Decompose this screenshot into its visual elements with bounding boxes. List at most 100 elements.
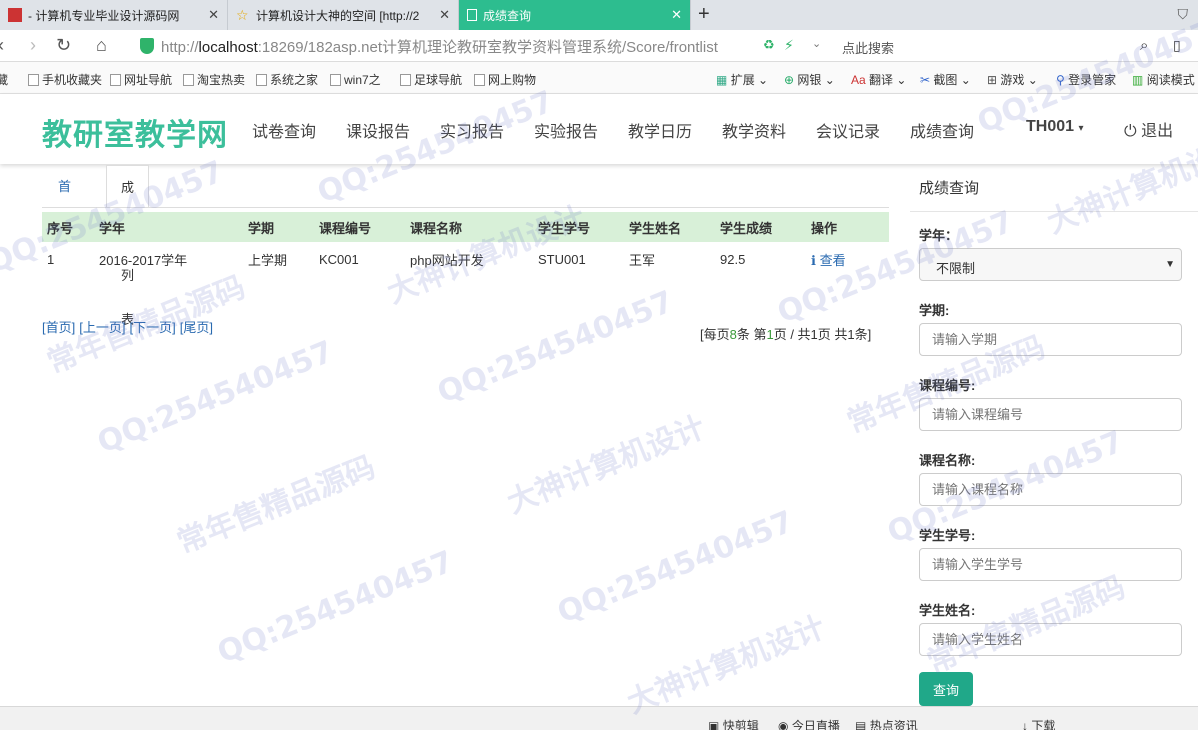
browser-tab-1[interactable]: - 计算机专业毕业设计源码网 ✕ [0,0,228,30]
pager-prev[interactable]: [上一页] [79,320,125,335]
tab-home[interactable]: 首页 [44,165,85,238]
cell-year: 2016-2017学年 [99,252,188,268]
page-icon [474,74,485,86]
nav-item[interactable]: 实习报告 [440,118,504,142]
student-name-input[interactable] [919,623,1182,656]
refresh-icon[interactable]: ↻ [56,35,71,56]
nav-item[interactable]: 实验报告 [534,118,598,142]
forward-icon[interactable]: › [30,35,36,56]
page-info-text: 页 / 共1页 共1条] [773,327,872,342]
back-icon[interactable]: ‹ [0,35,4,56]
query-button[interactable]: 查询 [919,672,973,706]
logout-button[interactable]: ⏻ 退出 [1124,117,1173,141]
bookmark-label: 网上购物 [488,73,537,87]
home-icon[interactable]: ⌂ [96,35,107,56]
user-menu[interactable]: TH001 ▾ [1026,118,1084,136]
year-select[interactable]: 不限制 ▼ [919,248,1182,281]
per-page-count: 8 [729,327,737,342]
table-row: 1 2016-2017学年 上学期 KC001 php网站开发 STU001 王… [42,242,889,276]
close-icon[interactable]: ✕ [208,7,219,23]
tab-score-list[interactable]: 成绩列表 [106,165,150,327]
bookmark-prefix[interactable]: 藏 [0,71,8,88]
status-item[interactable]: ▣ 快剪辑 [708,717,759,730]
page-info-text: [每页 [700,327,730,342]
pager-last[interactable]: [尾页] [180,320,213,335]
column-header: 课程名称 [405,212,533,242]
caret-down-icon: ▼ [1165,259,1175,270]
toolbar-label: 截图 [933,73,958,87]
pager-first[interactable]: [首页] [42,320,75,335]
toolbar-reader-mode[interactable]: ▥ 阅读模式 [1132,71,1195,88]
nav-item[interactable]: 教学日历 [628,118,692,142]
bookmark-item[interactable]: 手机收藏夹 [28,71,102,88]
course-name-input[interactable] [919,473,1182,506]
bookmark-item[interactable]: 淘宝热卖 [183,71,245,88]
page-icon [110,74,121,86]
close-icon[interactable]: ✕ [671,7,682,23]
bookmark-item[interactable]: win7之 [330,71,381,88]
browser-tab-title: - 计算机专业毕业设计源码网 [28,8,180,23]
caret-down-icon: ▾ [1078,123,1084,134]
course-no-label: 课程编号: [919,378,976,393]
status-item[interactable]: ↓ 下载 [1022,717,1055,730]
pager: [首页] [上一页] [下一页] [尾页] [42,317,217,336]
recycle-icon[interactable]: ♻ [763,37,775,53]
url-field[interactable]: http://localhost:18269/182asp.net计算机理论教研… [161,36,718,57]
key-icon: ⚲ [1056,73,1065,87]
status-item[interactable]: ▤ 热点资讯 [855,717,918,730]
column-header: 序号 [42,212,94,242]
page-info-text: 条 第 [736,327,767,342]
lightning-icon[interactable]: ⚡ [784,37,794,54]
browser-tab-2[interactable]: ☆ 计算机设计大神的空间 [http://2 ✕ [228,0,459,30]
nav-item[interactable]: 课设报告 [346,118,410,142]
toolbar-screenshot[interactable]: ✂ 截图 ⌄ [920,71,971,88]
term-input[interactable] [919,323,1182,356]
bookmark-label: 足球导航 [414,73,463,87]
student-no-input[interactable] [919,548,1182,581]
nav-item[interactable]: 教学资料 [722,118,786,142]
current-page: 1 [766,327,774,342]
view-link[interactable]: ℹ 查看 [806,242,889,276]
mobile-icon[interactable]: ▯ [1173,37,1181,54]
pager-next[interactable]: [下一页] [129,320,175,335]
bookmark-item[interactable]: 足球导航 [400,71,462,88]
view-label: 查看 [819,252,846,268]
cell-student-name: 王军 [629,252,656,268]
page-info: [每页8条 第1页 / 共1页 共1条] [700,324,871,343]
page-icon [400,74,411,86]
toolbar-game[interactable]: ⊞ 游戏 ⌄ [987,71,1038,88]
cell-course-name: php网站开发 [410,252,484,268]
chevron-down-icon[interactable]: ⌄ [812,37,821,50]
bookmark-item[interactable]: 网上购物 [474,71,536,88]
bookmark-item[interactable]: 系统之家 [256,71,318,88]
close-icon[interactable]: ✕ [439,7,450,23]
site-logo[interactable]: 教研室教学网 [42,110,228,154]
shirt-icon[interactable]: ⛉ [1178,6,1189,23]
nav-item[interactable]: 成绩查询 [910,118,974,142]
watermark-text: 大神计算机设计 [622,609,831,721]
year-select-value: 不限制 [936,261,976,276]
browser-tab-3-active[interactable]: 成绩查询 ✕ [459,0,691,30]
toolbar-translate[interactable]: Aa 翻译 ⌄ [851,71,906,88]
info-icon: ℹ [811,252,816,268]
search-input[interactable]: 点此搜索 [842,38,894,57]
course-no-input[interactable] [919,398,1182,431]
toolbar-label: 阅读模式 [1146,73,1195,87]
page-icon [183,74,194,86]
student-no-label: 学生学号: [919,528,976,543]
cell-score: 92.5 [720,251,746,267]
bookmark-label: 系统之家 [270,73,319,87]
cell-student-no: STU001 [538,251,586,267]
search-icon[interactable]: ⌕ [1140,37,1148,54]
nav-item[interactable]: 试卷查询 [252,118,316,142]
new-tab-button[interactable]: + [698,3,710,26]
column-header: 学生学号 [533,212,624,242]
status-item[interactable]: ◉ 今日直播 [778,717,840,730]
toolbar-label: 网银 [797,73,822,87]
toolbar-login-manager[interactable]: ⚲ 登录管家 [1056,71,1116,88]
bookmark-item[interactable]: 网址导航 [110,71,172,88]
toolbar-bank[interactable]: ⊕ 网银 ⌄ [784,71,835,88]
toolbar-extension[interactable]: ▦ 扩展 ⌄ [716,71,768,88]
nav-item[interactable]: 会议记录 [816,118,880,142]
download-icon: ↓ [1022,719,1028,730]
